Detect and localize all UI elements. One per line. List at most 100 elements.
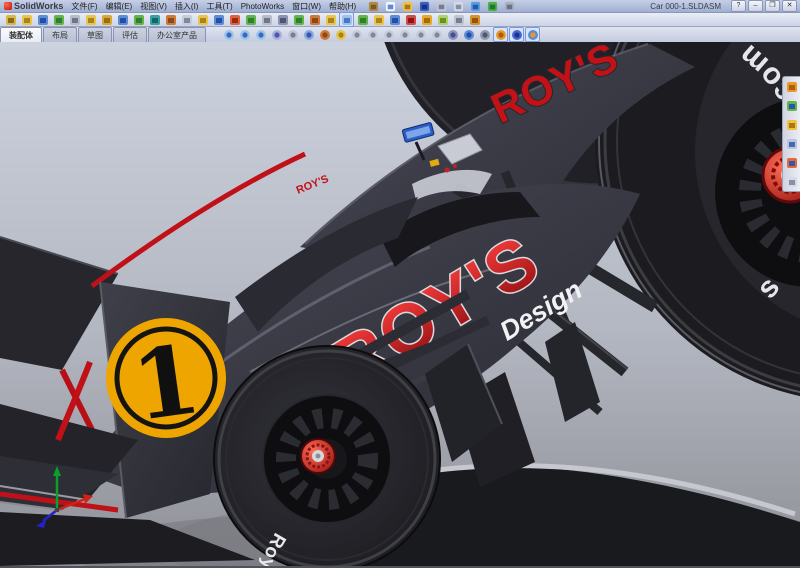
mass-properties-icon[interactable] xyxy=(275,12,290,27)
front-view-icon[interactable] xyxy=(349,27,364,42)
restore-button[interactable]: ❐ xyxy=(765,0,780,12)
weld-bead-icon[interactable] xyxy=(467,12,482,27)
tab-assembly[interactable]: 装配体 xyxy=(0,27,42,42)
view-settings-icon[interactable] xyxy=(525,27,540,42)
mirror-components-icon[interactable] xyxy=(403,12,418,27)
custom-properties-icon[interactable] xyxy=(785,175,798,188)
toolbar-icon-glyph xyxy=(368,1,379,12)
toolbar-icon-glyph xyxy=(319,29,331,41)
top-view-icon[interactable] xyxy=(413,27,428,42)
large-assembly-mode-icon[interactable] xyxy=(371,12,386,27)
rotate-view-icon[interactable] xyxy=(269,27,284,42)
back-view-icon[interactable] xyxy=(365,27,380,42)
solidworks-search-icon[interactable] xyxy=(785,137,798,150)
toolbar-icon-glyph xyxy=(389,14,401,26)
solidworks-resources-icon[interactable] xyxy=(785,80,798,93)
menu-edit[interactable]: 编辑(E) xyxy=(102,1,137,12)
belt-chain-icon[interactable] xyxy=(451,12,466,27)
graphics-area[interactable]: studio@msn.com ROY'S xyxy=(0,42,800,566)
check-icon[interactable] xyxy=(291,12,306,27)
menu-tools[interactable]: 工具(T) xyxy=(202,1,236,12)
solidworks-logo-icon xyxy=(4,2,12,10)
menu-insert[interactable]: 插入(I) xyxy=(171,1,203,12)
view-orientation-icon[interactable] xyxy=(333,27,348,42)
display-style-icon[interactable] xyxy=(445,27,460,42)
simulation-icon[interactable] xyxy=(355,12,370,27)
tab-sketch[interactable]: 草图 xyxy=(78,27,112,42)
smart-components-icon[interactable] xyxy=(419,12,434,27)
rebuild-icon[interactable] xyxy=(485,0,500,14)
edit-appearance-icon[interactable] xyxy=(493,27,508,42)
rotate-component-icon[interactable] xyxy=(99,12,114,27)
appearances-scenes-icon[interactable] xyxy=(785,156,798,169)
toolbar-icon-glyph xyxy=(431,29,443,41)
isolate-icon[interactable] xyxy=(339,12,354,27)
tab-layout[interactable]: 布局 xyxy=(43,27,77,42)
shadows-icon[interactable] xyxy=(477,27,492,42)
bill-of-materials-icon[interactable] xyxy=(179,12,194,27)
instant3d-icon[interactable] xyxy=(323,12,338,27)
previous-view-icon[interactable] xyxy=(301,27,316,42)
section-view-icon[interactable] xyxy=(317,27,332,42)
toolbar-icon-glyph xyxy=(504,1,515,12)
mate-icon[interactable] xyxy=(35,12,50,27)
view-toolbar xyxy=(221,27,540,42)
menu-photoworks[interactable]: PhotoWorks xyxy=(237,2,288,11)
edit-component-icon[interactable] xyxy=(3,12,18,27)
task-pane-icon-glyph xyxy=(786,176,798,188)
toolbar-icon-glyph xyxy=(419,1,430,12)
pan-icon[interactable] xyxy=(285,27,300,42)
measure-icon[interactable] xyxy=(259,12,274,27)
menu-file[interactable]: 文件(F) xyxy=(67,1,101,12)
task-pane-icon-glyph xyxy=(786,100,798,112)
front-wheel: Roystudio@msn.com xyxy=(214,346,440,566)
menu-view[interactable]: 视图(V) xyxy=(136,1,171,12)
toolbar-icon-glyph xyxy=(453,1,464,12)
minimize-button[interactable]: – xyxy=(748,0,763,12)
smart-fasteners-icon[interactable] xyxy=(67,12,82,27)
show-hidden-components-icon[interactable] xyxy=(115,12,130,27)
toolbar-icon-glyph xyxy=(325,14,337,26)
window-controls: ?–❐✕ xyxy=(731,0,797,12)
reference-geometry-icon[interactable] xyxy=(147,12,162,27)
envelope-icon[interactable] xyxy=(435,12,450,27)
tab-evaluate[interactable]: 评估 xyxy=(113,27,147,42)
move-component-icon[interactable] xyxy=(83,12,98,27)
feature-driven-pattern-icon[interactable] xyxy=(387,12,402,27)
zoom-to-fit-icon[interactable] xyxy=(221,27,236,42)
toolbar-icon-glyph xyxy=(479,29,491,41)
close-button[interactable]: ✕ xyxy=(782,0,797,12)
assembly-features-icon[interactable] xyxy=(131,12,146,27)
toolbar-icon-glyph xyxy=(527,29,539,41)
hide-show-items-icon[interactable] xyxy=(461,27,476,42)
left-view-icon[interactable] xyxy=(381,27,396,42)
app-logo: SolidWorks xyxy=(0,1,67,11)
help-button[interactable]: ? xyxy=(731,0,746,12)
viewport-3d[interactable]: studio@msn.com ROY'S xyxy=(0,42,800,566)
explode-line-sketch-icon[interactable] xyxy=(211,12,226,27)
file-explorer-icon[interactable] xyxy=(785,118,798,131)
zoom-in-out-icon[interactable] xyxy=(253,27,268,42)
toolbar-icon-glyph xyxy=(277,14,289,26)
zoom-to-area-icon[interactable] xyxy=(237,27,252,42)
toolbar-icon-glyph xyxy=(470,1,481,12)
exploded-view-icon[interactable] xyxy=(195,12,210,27)
options-icon[interactable] xyxy=(502,0,517,14)
toolbar-icon-glyph xyxy=(511,29,523,41)
toolbar-icon-glyph xyxy=(53,14,65,26)
curves-icon[interactable] xyxy=(307,12,322,27)
apply-scene-icon[interactable] xyxy=(509,27,524,42)
insert-component-icon[interactable] xyxy=(19,12,34,27)
isometric-view-icon[interactable] xyxy=(429,27,444,42)
assembly-xpert-icon[interactable] xyxy=(243,12,258,27)
design-library-icon[interactable] xyxy=(785,99,798,112)
menu-window[interactable]: 窗口(W) xyxy=(288,1,325,12)
front-hub-nut xyxy=(301,439,335,473)
toolbar-icon-glyph xyxy=(469,14,481,26)
menu-help[interactable]: 帮助(H) xyxy=(325,1,360,12)
interference-detection-icon[interactable] xyxy=(227,12,242,27)
right-view-icon[interactable] xyxy=(397,27,412,42)
linear-component-pattern-icon[interactable] xyxy=(51,12,66,27)
tab-office-products[interactable]: 办公室产品 xyxy=(148,27,206,42)
new-motion-study-icon[interactable] xyxy=(163,12,178,27)
